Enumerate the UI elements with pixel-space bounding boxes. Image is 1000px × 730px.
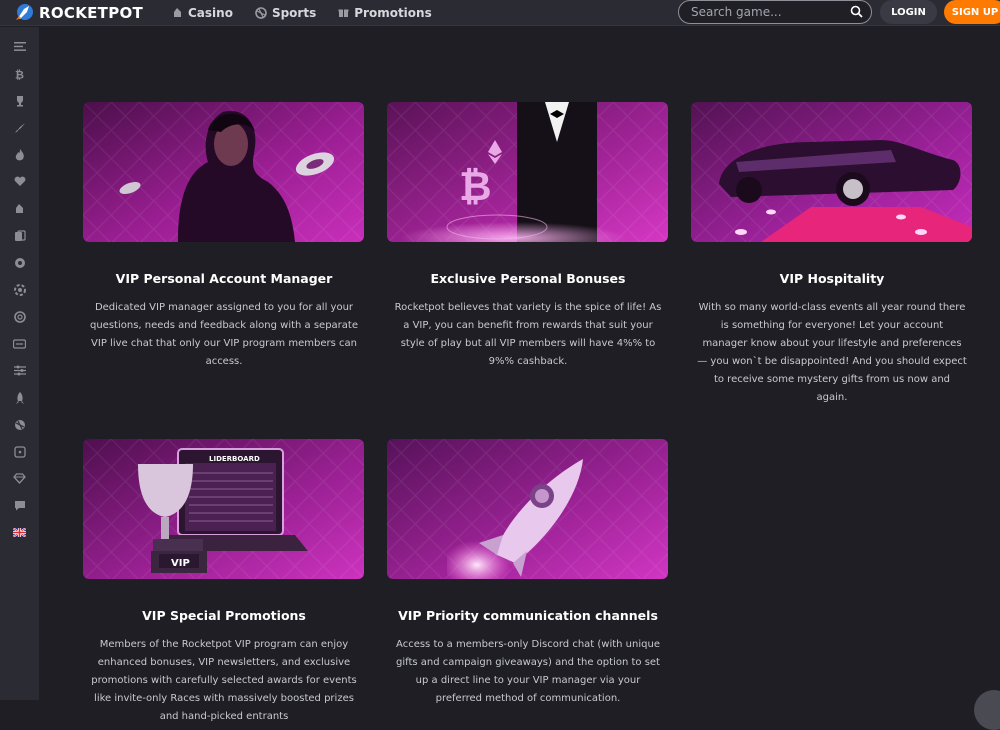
poker-chip-icon	[13, 283, 26, 296]
card-image-priority-communication	[387, 439, 668, 579]
sidebar-vip[interactable]	[0, 465, 39, 492]
card-image-special-promotions: LIDERBOARD VIP	[83, 439, 364, 579]
logo-text: ROCKETPOT	[39, 3, 144, 22]
logo[interactable]: ROCKETPOT	[12, 3, 162, 23]
sidebar-roulette[interactable]	[0, 249, 39, 276]
trophy-icon	[14, 95, 26, 107]
sports-ball-icon	[14, 419, 26, 431]
card-title: VIP Hospitality	[779, 271, 885, 286]
nav-promotions-label: Promotions	[354, 5, 432, 20]
rocket-logo-icon	[12, 3, 34, 23]
sidebar-chat[interactable]	[0, 492, 39, 519]
leaderboard-label: LIDERBOARD	[209, 455, 260, 463]
signup-button[interactable]: SIGN UP	[944, 0, 1000, 24]
nav-casino-label: Casino	[188, 5, 233, 20]
bitcoin-symbol: ₿	[459, 164, 492, 210]
search-input[interactable]	[691, 5, 850, 19]
gift-icon	[338, 7, 349, 18]
casino-icon	[14, 203, 25, 214]
sidebar-hot[interactable]	[0, 141, 39, 168]
nav-casino[interactable]: Casino	[172, 6, 233, 20]
card-priority-communication: VIP Priority communication channels Acce…	[387, 439, 669, 708]
top-bar: ROCKETPOT Casino Sports Promotions LOGIN…	[0, 0, 1000, 26]
sidebar-tournaments[interactable]	[0, 87, 39, 114]
card-special-promotions: LIDERBOARD VIP VIP Special Promotions Me…	[83, 439, 365, 726]
card-description: With so many world-class events all year…	[697, 302, 967, 403]
sidebar-crypto[interactable]: ₿	[0, 60, 39, 87]
search-box	[678, 0, 872, 24]
svg-text:₿: ₿	[15, 68, 24, 80]
card-personal-bonuses: ₿ Exclusive Personal Bonuses Rocketpot b…	[387, 102, 669, 371]
main-nav: Casino Sports Promotions	[172, 6, 432, 20]
login-button[interactable]: LOGIN	[880, 0, 937, 24]
card-description: Members of the Rocketpot VIP program can…	[91, 639, 357, 722]
card-title: VIP Priority communication channels	[398, 608, 658, 623]
dice-icon	[13, 445, 26, 458]
uk-flag-icon	[13, 528, 26, 537]
search-icon[interactable]	[850, 3, 863, 22]
sidebar-settings[interactable]	[0, 357, 39, 384]
nav-sports-label: Sports	[271, 5, 317, 20]
cards-icon	[14, 229, 26, 242]
heart-icon	[14, 176, 26, 187]
sidebar-coins[interactable]	[0, 303, 39, 330]
card-image-hospitality	[691, 102, 972, 242]
ticket-icon	[13, 338, 26, 349]
card-title: VIP Personal Account Manager	[115, 271, 333, 286]
card-description: Rocketpot believes that variety is the s…	[394, 302, 662, 367]
coin-icon	[13, 310, 26, 323]
nav-promotions[interactable]: Promotions	[338, 5, 432, 20]
card-hospitality: VIP Hospitality With so many world-class…	[691, 102, 973, 407]
sidebar-sports[interactable]	[0, 411, 39, 438]
nav-sports[interactable]: Sports	[255, 6, 316, 20]
fire-icon	[15, 148, 25, 161]
sidebar-launch[interactable]	[0, 114, 39, 141]
rocket-small-icon	[15, 391, 25, 404]
sidebar-cards[interactable]	[0, 222, 39, 249]
sports-ball-icon	[255, 6, 267, 19]
menu-icon	[13, 42, 26, 51]
rocket-icon	[14, 122, 26, 134]
card-account-manager: VIP Personal Account Manager Dedicated V…	[83, 102, 365, 371]
sidebar-tickets[interactable]	[0, 330, 39, 357]
sidebar-favorites[interactable]	[0, 168, 39, 195]
card-title: Exclusive Personal Bonuses	[430, 271, 626, 286]
scroll-to-top-button[interactable]	[974, 690, 1000, 730]
card-description: Access to a members-only Discord chat (w…	[396, 639, 660, 704]
sidebar-crash[interactable]	[0, 384, 39, 411]
sidebar-dice[interactable]	[0, 438, 39, 465]
card-title: VIP Special Promotions	[142, 608, 306, 623]
sidebar: ₿	[0, 27, 39, 700]
casino-icon	[172, 7, 183, 18]
chat-icon	[14, 500, 26, 511]
sidebar-menu[interactable]	[0, 33, 39, 60]
card-description: Dedicated VIP manager assigned to you fo…	[90, 302, 358, 367]
sidebar-poker[interactable]	[0, 276, 39, 303]
sliders-icon	[13, 365, 26, 376]
sidebar-casino[interactable]	[0, 195, 39, 222]
sidebar-language[interactable]	[0, 519, 39, 546]
roulette-icon	[14, 257, 26, 269]
bitcoin-icon: ₿	[14, 68, 25, 80]
card-image-account-manager	[83, 102, 364, 242]
diamond-icon	[13, 473, 26, 484]
card-image-personal-bonuses: ₿	[387, 102, 668, 242]
vip-plaque-text: VIP	[171, 558, 190, 569]
main-content: VIP Personal Account Manager Dedicated V…	[39, 27, 1000, 730]
